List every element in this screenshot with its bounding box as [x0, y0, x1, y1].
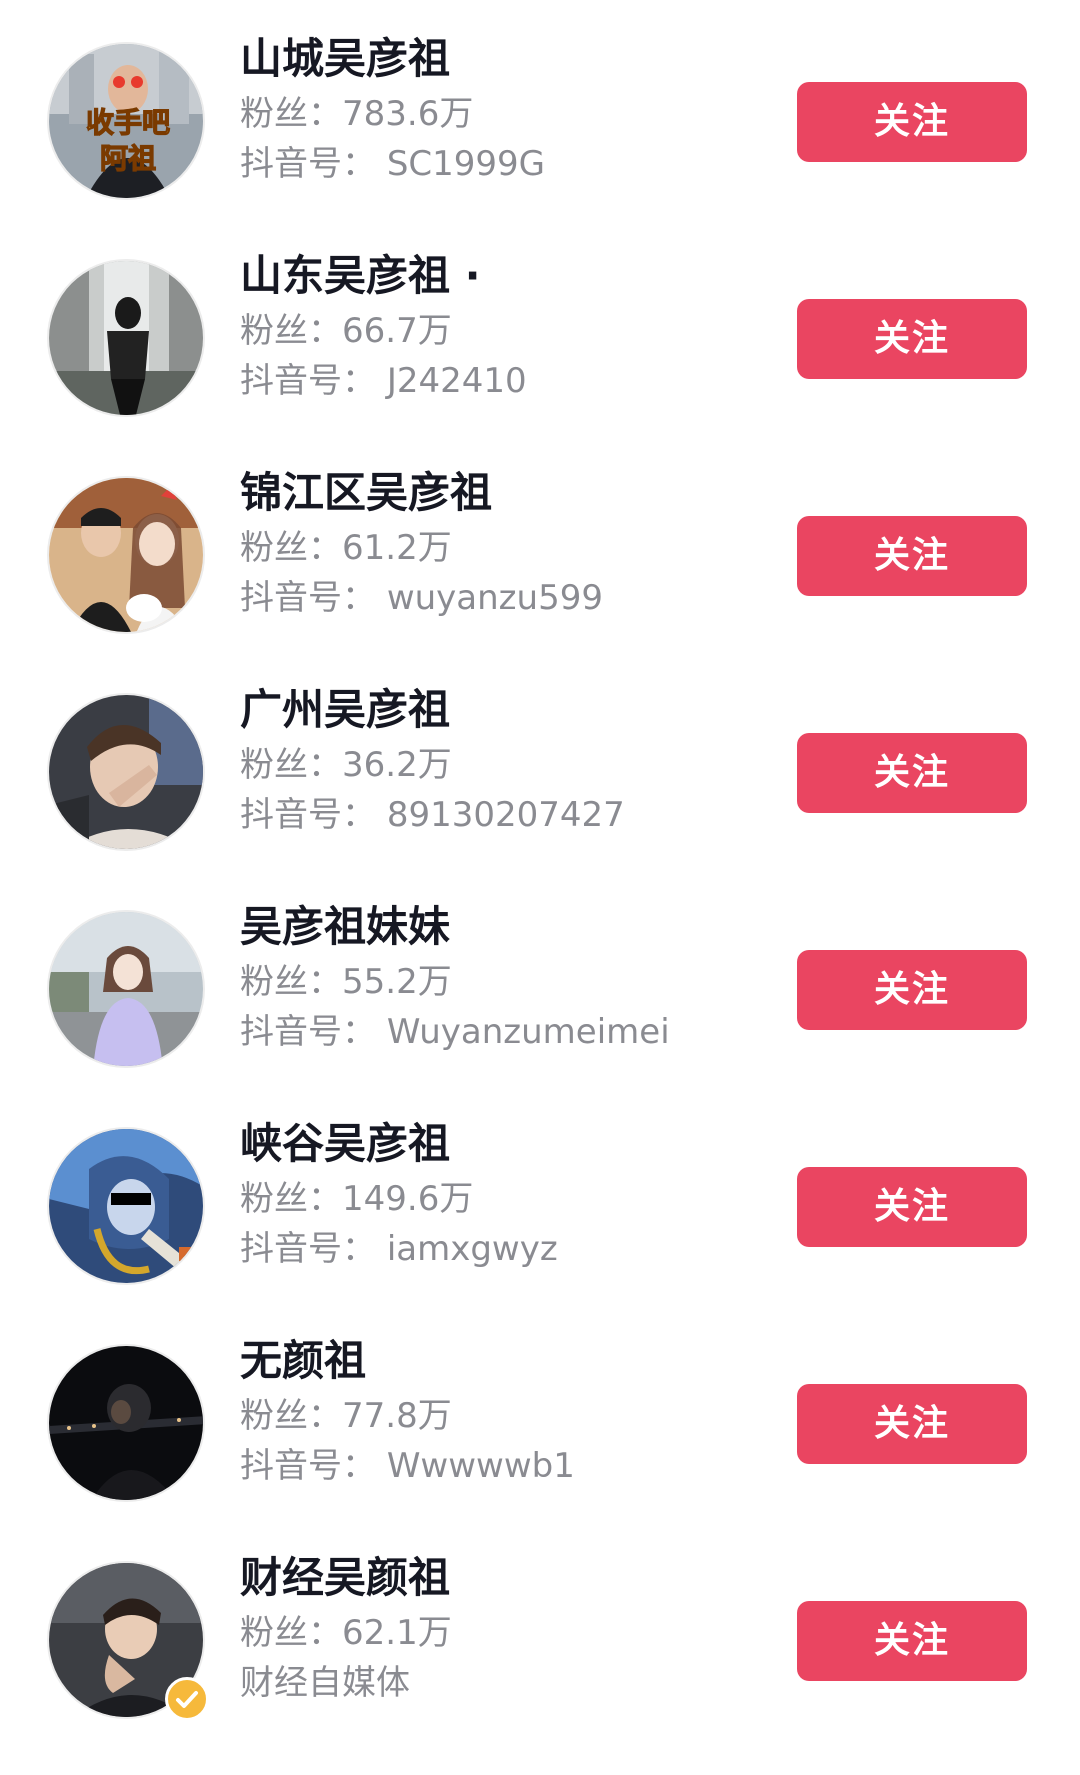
douyin-id: 抖音号： iamxgwyz: [240, 1229, 558, 1269]
svg-text:阿祖: 阿祖: [100, 142, 156, 175]
id-label: 抖音号：: [240, 578, 376, 618]
fans-count: 粉丝：66.7万: [240, 311, 452, 351]
id-value: SC1999G: [386, 144, 546, 184]
id-value: Wwwwwb1: [386, 1446, 575, 1486]
fans-count: 粉丝：77.8万: [240, 1396, 452, 1436]
user-row[interactable]: 锦江区吴彦祖 粉丝：61.2万 抖音号： wuyanzu599 关注: [0, 464, 1080, 681]
fans-label: 粉丝：: [240, 1613, 342, 1653]
id-value: iamxgwyz: [386, 1229, 558, 1269]
id-value: J242410: [386, 361, 527, 401]
id-value: Wuyanzumeimei: [386, 1012, 670, 1052]
douyin-id: 抖音号： Wuyanzumeimei: [240, 1012, 670, 1052]
fans-count: 粉丝：61.2万: [240, 528, 452, 568]
user-row[interactable]: 广州吴彦祖 粉丝：36.2万 抖音号： 89130207427 关注: [0, 681, 1080, 898]
fans-label: 粉丝：: [240, 311, 342, 351]
fans-value: 55.2万: [342, 962, 452, 1002]
user-row[interactable]: 峡谷吴彦祖 粉丝：149.6万 抖音号： iamxgwyz 关注: [0, 1115, 1080, 1332]
user-avatar[interactable]: [47, 693, 205, 851]
user-name[interactable]: 山城吴彦祖: [240, 35, 450, 83]
fans-label: 粉丝：: [240, 1179, 342, 1219]
avatar-caption: 收手吧: [86, 106, 170, 139]
user-name[interactable]: 吴彦祖妹妹: [240, 903, 450, 951]
follow-button[interactable]: 关注: [797, 1167, 1027, 1247]
user-name[interactable]: 广州吴彦祖: [240, 686, 450, 734]
user-search-results-list: 收手吧 阿祖 山城吴彦祖 粉丝：783.6万 抖音号： SC1999G 关注 山…: [0, 0, 1080, 1775]
user-row[interactable]: 吴彦祖妹妹 粉丝：55.2万 抖音号： Wuyanzumeimei 关注: [0, 898, 1080, 1115]
fans-value: 62.1万: [342, 1613, 452, 1653]
user-name[interactable]: 山东吴彦祖 ·: [240, 252, 481, 300]
id-label: 抖音号：: [240, 1229, 376, 1269]
user-avatar[interactable]: 收手吧 阿祖: [47, 42, 205, 200]
douyin-id: 抖音号： Wwwwwb1: [240, 1446, 575, 1486]
check-badge-icon: [176, 1691, 198, 1708]
user-name[interactable]: 锦江区吴彦祖: [240, 469, 492, 517]
douyin-id: 抖音号： J242410: [240, 361, 527, 401]
id-value: 89130207427: [386, 795, 625, 835]
user-avatar[interactable]: [47, 476, 205, 634]
follow-button[interactable]: 关注: [797, 516, 1027, 596]
id-label: 抖音号：: [240, 1012, 376, 1052]
id-label: 抖音号：: [240, 795, 376, 835]
user-row[interactable]: 无颜祖 粉丝：77.8万 抖音号： Wwwwwb1 关注: [0, 1332, 1080, 1549]
id-label: 抖音号：: [240, 361, 376, 401]
verified-badge: [165, 1677, 209, 1721]
user-avatar[interactable]: [47, 1344, 205, 1502]
fans-count: 粉丝：783.6万: [240, 94, 473, 134]
fans-count: 粉丝：36.2万: [240, 745, 452, 785]
user-row[interactable]: 收手吧 阿祖 山城吴彦祖 粉丝：783.6万 抖音号： SC1999G 关注: [0, 30, 1080, 247]
fans-label: 粉丝：: [240, 94, 342, 134]
fans-count: 粉丝：62.1万: [240, 1613, 452, 1653]
user-avatar[interactable]: [47, 1127, 205, 1285]
fans-label: 粉丝：: [240, 745, 342, 785]
user-row[interactable]: 财经吴颜祖 粉丝：62.1万 财经自媒体 关注: [0, 1549, 1080, 1766]
user-subtitle: 财经自媒体: [240, 1663, 410, 1703]
fans-value: 783.6万: [342, 94, 474, 134]
user-name[interactable]: 财经吴颜祖: [240, 1554, 450, 1602]
fans-label: 粉丝：: [240, 528, 342, 568]
follow-button[interactable]: 关注: [797, 733, 1027, 813]
user-row[interactable]: 山东吴彦祖 · 粉丝：66.7万 抖音号： J242410 关注: [0, 247, 1080, 464]
id-label: 抖音号：: [240, 1446, 376, 1486]
fans-count: 粉丝：55.2万: [240, 962, 452, 1002]
douyin-id: 抖音号： wuyanzu599: [240, 578, 603, 618]
fans-value: 66.7万: [342, 311, 452, 351]
fans-value: 149.6万: [342, 1179, 474, 1219]
follow-button[interactable]: 关注: [797, 82, 1027, 162]
fans-value: 61.2万: [342, 528, 452, 568]
fans-value: 36.2万: [342, 745, 452, 785]
fans-label: 粉丝：: [240, 962, 342, 1002]
user-name[interactable]: 无颜祖: [240, 1337, 366, 1385]
douyin-id: 抖音号： SC1999G: [240, 144, 545, 184]
follow-button[interactable]: 关注: [797, 299, 1027, 379]
douyin-id: 抖音号： 89130207427: [240, 795, 625, 835]
user-avatar[interactable]: [47, 910, 205, 1068]
id-label: 抖音号：: [240, 144, 376, 184]
fans-value: 77.8万: [342, 1396, 452, 1436]
fans-count: 粉丝：149.6万: [240, 1179, 473, 1219]
user-avatar[interactable]: [47, 259, 205, 417]
user-name[interactable]: 峡谷吴彦祖: [240, 1120, 450, 1168]
fans-label: 粉丝：: [240, 1396, 342, 1436]
follow-button[interactable]: 关注: [797, 1384, 1027, 1464]
follow-button[interactable]: 关注: [797, 1601, 1027, 1681]
follow-button[interactable]: 关注: [797, 950, 1027, 1030]
id-value: wuyanzu599: [386, 578, 603, 618]
